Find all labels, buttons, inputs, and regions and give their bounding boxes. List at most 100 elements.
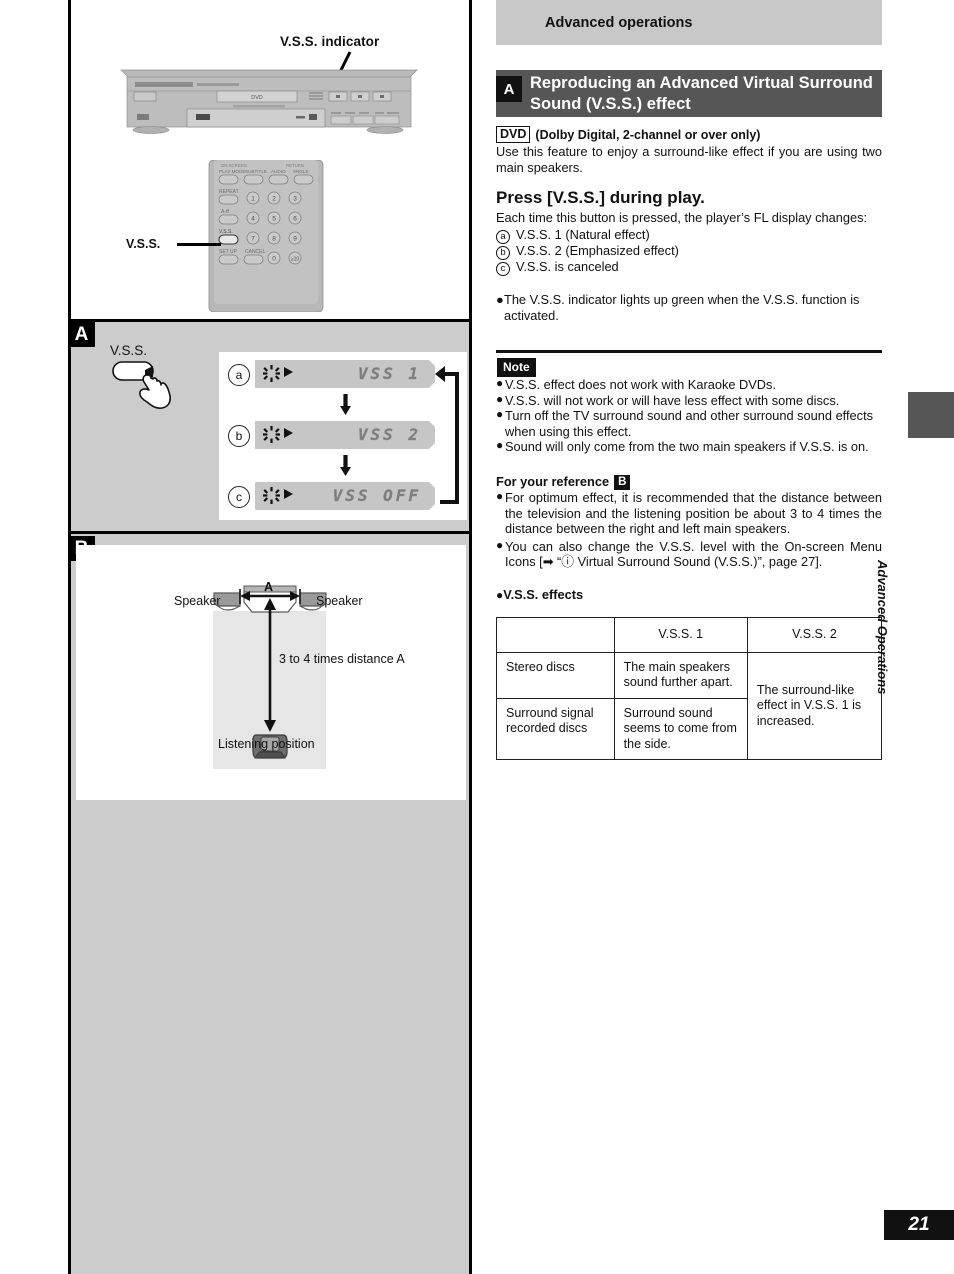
svg-text:2: 2 bbox=[272, 195, 276, 202]
fl-step-marker: b bbox=[228, 425, 250, 447]
advanced-operations-banner: Advanced operations bbox=[496, 0, 882, 45]
table-header-row: V.S.S. 1 V.S.S. 2 bbox=[496, 617, 883, 653]
ref-heading-text: For your reference bbox=[496, 474, 610, 489]
svg-text:4: 4 bbox=[251, 215, 255, 222]
note-item-text: Sound will only come from the two main s… bbox=[505, 439, 869, 454]
table-header-cell bbox=[496, 617, 615, 653]
table-header-cell: V.S.S. 1 bbox=[613, 617, 748, 653]
play-triangle-icon bbox=[284, 367, 293, 377]
distance-description-label: 3 to 4 times distance A bbox=[279, 652, 405, 666]
section-divider bbox=[68, 531, 472, 534]
step-line: a V.S.S. 1 (Natural effect) bbox=[496, 227, 882, 244]
step-marker: b bbox=[496, 246, 510, 260]
svg-text:6: 6 bbox=[293, 215, 297, 222]
fl-display-row: c VSS OFF bbox=[219, 482, 467, 512]
section-a-button-label: V.S.S. bbox=[110, 343, 148, 358]
svg-text:PLAY MODE: PLAY MODE bbox=[219, 169, 245, 174]
bullet-icon: ● bbox=[496, 391, 504, 406]
step-text: V.S.S. is canceled bbox=[516, 259, 619, 274]
speaker-right-label: Speaker bbox=[316, 594, 363, 608]
remote-vss-callout-label: V.S.S. bbox=[126, 237, 161, 251]
bullet-icon: ● bbox=[496, 407, 504, 421]
vss-effects-heading-text: V.S.S. effects bbox=[503, 587, 584, 602]
reference-list: ● For optimum effect, it is recommended t… bbox=[496, 489, 882, 572]
svg-text:ON SCREEN: ON SCREEN bbox=[221, 163, 247, 168]
table-row: Stereo discs The main speakers sound fur… bbox=[496, 651, 883, 760]
vss-effects-table: V.S.S. 1 V.S.S. 2 Stereo discs The main … bbox=[496, 617, 883, 760]
svg-text:1: 1 bbox=[251, 195, 255, 202]
play-triangle-icon bbox=[284, 428, 293, 438]
note-item: ● V.S.S. will not work or will have less … bbox=[496, 391, 882, 409]
step-marker: c bbox=[496, 262, 510, 276]
remote-control-illustration: ON SCREEN RETURN PLAY MODE SUBTITLE AUDI… bbox=[208, 160, 324, 312]
dvd-player-illustration: DVD bbox=[120, 69, 418, 134]
side-tab-label: Advanced Operations bbox=[875, 560, 890, 695]
fl-screen: VSS 1 bbox=[255, 360, 435, 388]
press-instruction-sub: Each time this button is pressed, the pl… bbox=[496, 210, 868, 225]
remote-vss-leader-line bbox=[177, 243, 221, 246]
page-title: Reproducing an Advanced Virtual Surround… bbox=[530, 74, 873, 113]
fl-display-flow-panel: a VSS 1 b VSS 2 c VSS OFF bbox=[219, 352, 467, 520]
fl-screen: VSS 2 bbox=[255, 421, 435, 449]
fl-screen: VSS OFF bbox=[255, 482, 435, 510]
bullet-icon: ● bbox=[496, 376, 504, 390]
dvd-badge: DVD bbox=[496, 126, 531, 143]
svg-text:≥10: ≥10 bbox=[291, 257, 300, 263]
svg-text:SET UP: SET UP bbox=[219, 249, 238, 255]
flow-arrow-down-icon bbox=[340, 394, 351, 415]
vss-indicator-callout-label: V.S.S. indicator bbox=[280, 34, 380, 49]
svg-text:3: 3 bbox=[293, 195, 297, 202]
note-list: ● V.S.S. effect does not work with Karaok… bbox=[496, 376, 882, 455]
banner-title: Advanced operations bbox=[545, 14, 693, 31]
svg-text:0: 0 bbox=[272, 255, 276, 262]
bullet-icon: ● bbox=[496, 537, 504, 552]
reference-item-text: For optimum effect, it is recommended th… bbox=[505, 490, 882, 536]
table-cell-v2-merged: The surround-like effect in V.S.S. 1 is … bbox=[746, 651, 883, 760]
fl-display-text: VSS 2 bbox=[357, 425, 421, 444]
note-item: ● Sound will only come from the two main … bbox=[496, 438, 882, 455]
intro-paragraph: Use this feature to enjoy a surround-lik… bbox=[496, 144, 882, 175]
table-cell-v1: Surround sound seems to come from the si… bbox=[613, 697, 748, 760]
svg-text:ANGLE: ANGLE bbox=[293, 169, 309, 174]
svg-text:RETURN: RETURN bbox=[286, 163, 304, 168]
disc-spin-icon bbox=[263, 365, 280, 382]
fl-display-text: VSS 1 bbox=[357, 364, 421, 383]
step-line: c V.S.S. is canceled bbox=[496, 259, 882, 276]
reference-item: ● You can also change the V.S.S. level wi… bbox=[496, 537, 882, 570]
play-triangle-icon bbox=[284, 489, 293, 499]
disc-spin-icon bbox=[263, 426, 280, 443]
dvd-compatibility-line: DVD (Dolby Digital, 2-channel or over onl… bbox=[496, 126, 760, 143]
side-tab-block bbox=[908, 392, 954, 438]
distance-a-marker: A bbox=[264, 580, 274, 594]
listening-position-label: Listening position bbox=[218, 737, 315, 751]
dvd-note-text: (Dolby Digital, 2-channel or over only) bbox=[535, 128, 761, 142]
step-text: V.S.S. 1 (Natural effect) bbox=[516, 227, 650, 242]
svg-text:CANCEL: CANCEL bbox=[245, 249, 266, 255]
section-title-bar: A Reproducing an Advanced Virtual Surrou… bbox=[496, 70, 882, 117]
note-item: ● V.S.S. effect does not work with Karaok… bbox=[496, 376, 882, 393]
svg-text:REPEAT: REPEAT bbox=[219, 189, 239, 195]
table-cell-v1: The main speakers sound further apart. bbox=[613, 651, 748, 699]
speaker-layout-diagram bbox=[213, 585, 327, 759]
speaker-left-label: Speaker bbox=[174, 594, 221, 608]
flow-loop-arrow-icon bbox=[435, 366, 459, 504]
svg-text:8: 8 bbox=[272, 235, 276, 242]
ref-badge: B bbox=[614, 475, 631, 490]
fl-step-marker: c bbox=[228, 486, 250, 508]
reference-item: ● For optimum effect, it is recommended t… bbox=[496, 489, 882, 537]
step-marker: a bbox=[496, 230, 510, 244]
note-item: ● Turn off the TV surround sound and othe… bbox=[496, 407, 882, 439]
note-separator-rule bbox=[496, 350, 882, 353]
step-line: b V.S.S. 2 (Emphasized effect) bbox=[496, 243, 882, 260]
bullet-icon: ● bbox=[496, 438, 504, 452]
svg-text:A-B: A-B bbox=[221, 209, 230, 215]
manual-page: V.S.S. indicator DVD ON SCREEN RETURN PL… bbox=[0, 0, 954, 1274]
press-instruction-heading: Press [V.S.S.] during play. bbox=[496, 188, 705, 207]
vss-effects-heading: ●V.S.S. effects bbox=[496, 587, 583, 602]
page-number: 21 bbox=[884, 1210, 954, 1240]
note-item-text: V.S.S. effect does not work with Karaoke… bbox=[505, 377, 777, 392]
section-title-badge: A bbox=[496, 76, 522, 102]
indicator-note-text: The V.S.S. indicator lights up green whe… bbox=[504, 292, 860, 323]
flow-arrow-down-icon bbox=[340, 455, 351, 476]
for-your-reference-heading: For your reference B bbox=[496, 474, 631, 490]
